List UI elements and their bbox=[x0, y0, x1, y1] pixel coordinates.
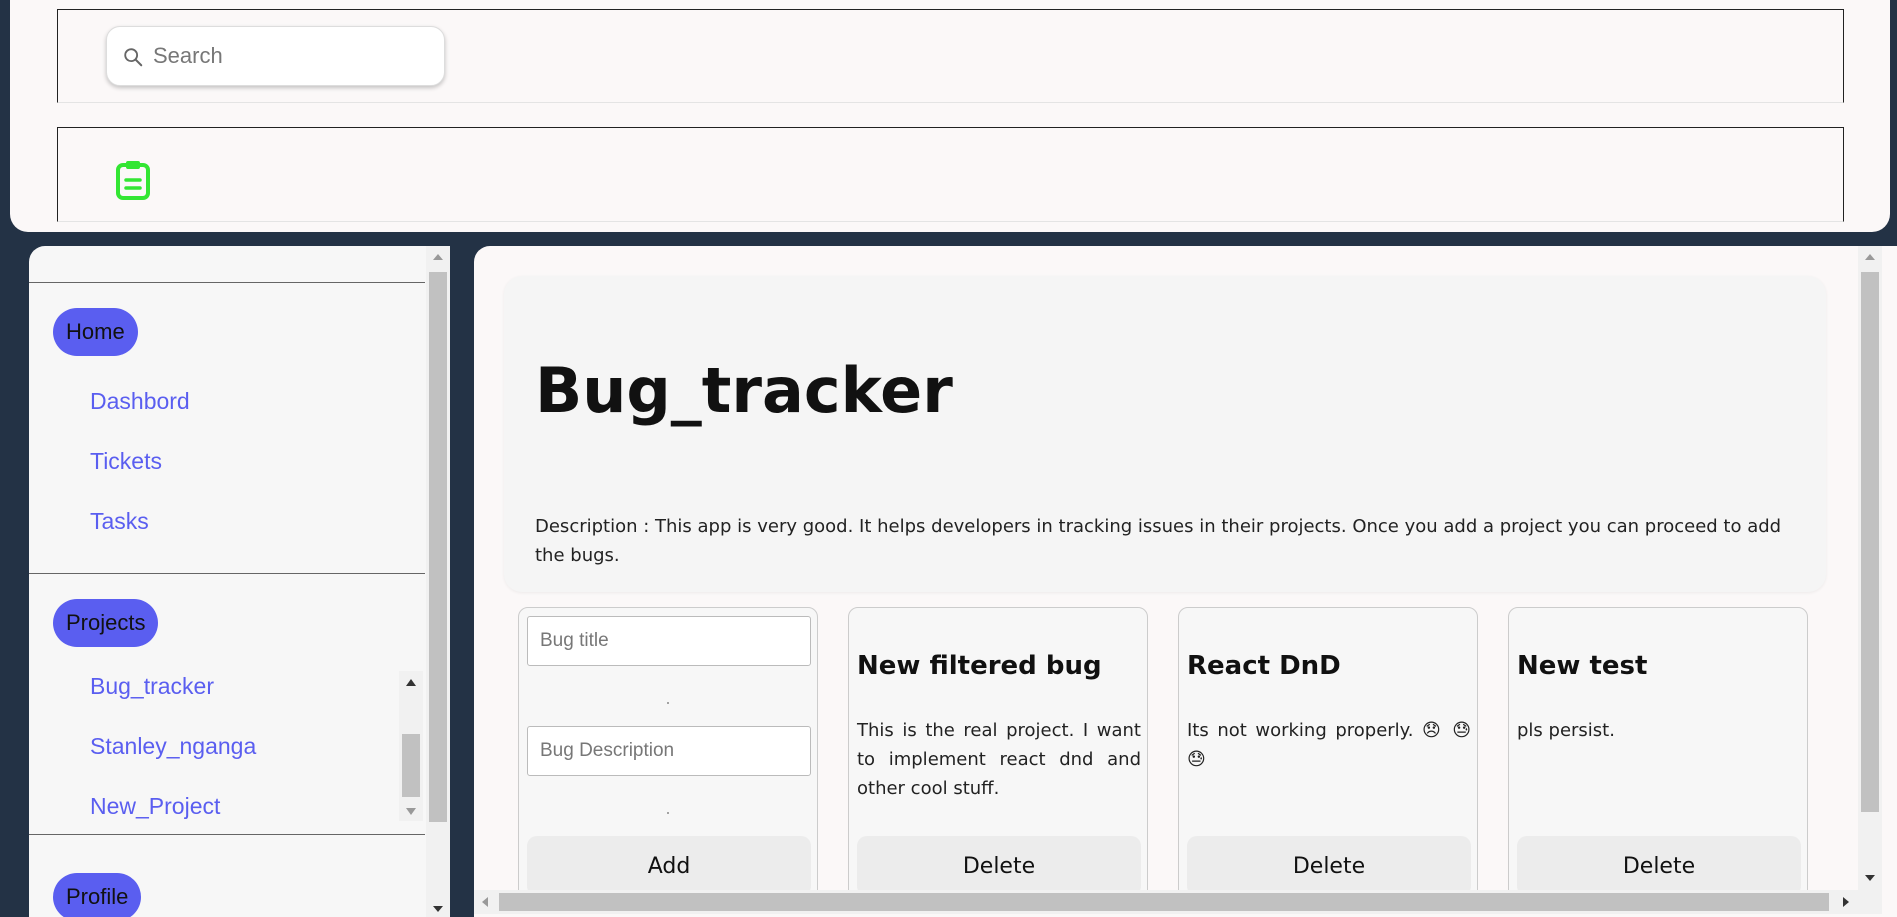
bug-title: React DnD bbox=[1187, 651, 1341, 681]
delete-bug-button[interactable]: Delete bbox=[857, 836, 1141, 896]
search-box[interactable] bbox=[106, 26, 445, 86]
sidebar-item-tasks[interactable]: Tasks bbox=[90, 508, 149, 535]
scroll-up-arrow-icon[interactable] bbox=[433, 254, 443, 260]
add-bug-card: Add bbox=[518, 607, 818, 907]
sidebar: Home Dashbord Tickets Tasks Projects Bug… bbox=[29, 246, 450, 917]
bug-description: pls persist. bbox=[1517, 720, 1615, 741]
project-header-card: Bug_tracker Description : This app is ve… bbox=[504, 276, 1826, 592]
project-description: Description : This app is very good. It … bbox=[535, 516, 1782, 566]
sidebar-divider bbox=[29, 834, 425, 835]
delete-bug-button[interactable]: Delete bbox=[1187, 836, 1471, 896]
bug-title: New filtered bug bbox=[857, 651, 1102, 681]
main-vertical-scrollbar[interactable] bbox=[1858, 246, 1882, 890]
scroll-right-arrow-icon[interactable] bbox=[1843, 897, 1849, 907]
scrollbar-thumb[interactable] bbox=[429, 272, 447, 822]
projects-scrollbar[interactable] bbox=[399, 671, 423, 821]
sidebar-section-home[interactable]: Home bbox=[53, 308, 138, 356]
delete-bug-button[interactable]: Delete bbox=[1517, 836, 1801, 896]
scroll-up-arrow-icon[interactable] bbox=[406, 679, 416, 686]
sidebar-item-dashboard[interactable]: Dashbord bbox=[90, 388, 190, 415]
scroll-up-arrow-icon[interactable] bbox=[1865, 254, 1875, 260]
bug-card: React DnD Its not working properly. 😞 😓 … bbox=[1178, 607, 1478, 907]
scroll-down-arrow-icon[interactable] bbox=[433, 906, 443, 912]
divider-dot bbox=[667, 702, 669, 704]
sidebar-section-projects[interactable]: Projects bbox=[53, 599, 159, 647]
sidebar-item-stanley-nganga[interactable]: Stanley_nganga bbox=[90, 733, 256, 760]
divider-dot bbox=[667, 812, 669, 814]
project-title: Bug_tracker bbox=[535, 354, 953, 427]
bug-card: New test pls persist. Delete bbox=[1508, 607, 1808, 907]
clipboard-icon[interactable] bbox=[115, 160, 151, 200]
bug-title: New test bbox=[1517, 651, 1648, 681]
icon-row bbox=[57, 127, 1844, 222]
scrollbar-thumb[interactable] bbox=[402, 734, 420, 797]
scrollbar-thumb[interactable] bbox=[499, 893, 1829, 911]
top-panel bbox=[10, 0, 1890, 232]
search-icon bbox=[124, 48, 143, 67]
add-bug-button[interactable]: Add bbox=[527, 836, 811, 896]
main-horizontal-scrollbar[interactable] bbox=[474, 890, 1882, 914]
sidebar-item-bug-tracker[interactable]: Bug_tracker bbox=[90, 673, 214, 700]
scroll-left-arrow-icon[interactable] bbox=[482, 897, 488, 907]
main-content: Bug_tracker Description : This app is ve… bbox=[474, 246, 1897, 917]
sidebar-section-profile[interactable]: Profile bbox=[53, 873, 142, 917]
scroll-down-arrow-icon[interactable] bbox=[406, 808, 416, 815]
scrollbar-thumb[interactable] bbox=[1861, 272, 1879, 812]
scroll-down-arrow-icon[interactable] bbox=[1865, 875, 1875, 881]
bug-card: New filtered bug This is the real projec… bbox=[848, 607, 1148, 907]
sidebar-item-tickets[interactable]: Tickets bbox=[90, 448, 162, 475]
bug-description: Its not working properly. 😞 😓 😓 bbox=[1187, 720, 1471, 770]
bug-description-input[interactable] bbox=[527, 726, 811, 776]
sidebar-divider bbox=[29, 573, 425, 574]
search-bar-row bbox=[57, 9, 1844, 103]
sidebar-divider bbox=[29, 282, 425, 283]
bug-description: This is the real project. I want to impl… bbox=[857, 720, 1141, 799]
search-input[interactable] bbox=[153, 39, 433, 73]
sidebar-item-new-project[interactable]: New_Project bbox=[90, 793, 220, 820]
bug-title-input[interactable] bbox=[527, 616, 811, 666]
sidebar-scrollbar[interactable] bbox=[426, 246, 450, 917]
